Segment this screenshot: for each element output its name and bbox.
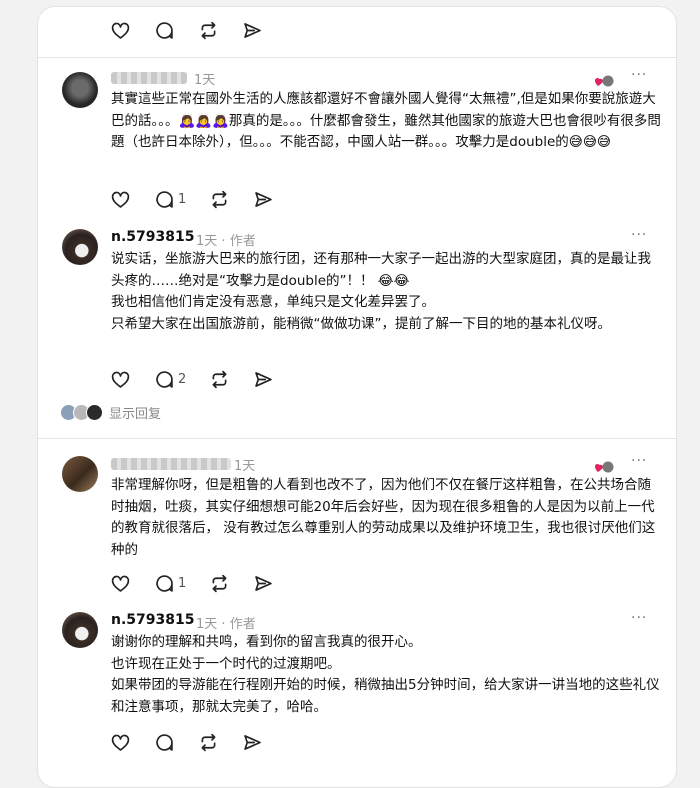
comment-button[interactable]: [154, 20, 175, 41]
post-action-bar: 1: [110, 573, 297, 594]
repost-icon: [198, 20, 219, 41]
liked-by-author-icon: [594, 73, 614, 87]
like-button[interactable]: [110, 732, 131, 753]
post-time: 1天 · 作者: [196, 234, 256, 249]
reply-count: 1: [178, 192, 187, 207]
comment-button[interactable]: 1: [154, 573, 186, 594]
post-time: 1天: [234, 459, 256, 474]
repost-icon: [209, 369, 230, 390]
repost-button[interactable]: [198, 20, 219, 41]
share-icon: [253, 189, 274, 210]
share-icon: [253, 369, 274, 390]
share-button[interactable]: [242, 732, 263, 753]
top-action-bar: [110, 20, 286, 41]
share-button[interactable]: [242, 20, 263, 41]
show-replies-label: 显示回复: [109, 407, 162, 422]
comment-icon: [154, 20, 175, 41]
post-text: 其實這些正常在國外生活的人應該都還好不會讓外國人覺得“太無禮”,但是如果你要說旅…: [111, 91, 661, 150]
post-time: 1天 · 作者: [196, 617, 256, 632]
comments-thread-card: 1天 ··· 其實這些正常在國外生活的人應該都還好不會讓外國人覺得“太無禮”,但…: [37, 6, 677, 788]
like-button[interactable]: [110, 20, 131, 41]
show-replies-button[interactable]: 显示回复: [60, 403, 161, 422]
repost-icon: [209, 189, 230, 210]
repost-icon: [209, 573, 230, 594]
avatar[interactable]: [62, 229, 98, 265]
reply-count: 1: [178, 576, 187, 591]
blurred-username[interactable]: [111, 72, 187, 84]
divider: [38, 57, 676, 58]
like-button[interactable]: [110, 573, 131, 594]
blurred-username[interactable]: [111, 458, 231, 470]
post-action-bar: [110, 732, 286, 753]
more-options-button[interactable]: ···: [631, 227, 647, 243]
avatar: [86, 404, 103, 421]
comment-icon: [154, 573, 175, 594]
divider: [38, 438, 676, 439]
repost-button[interactable]: [198, 732, 219, 753]
comment-icon: [154, 189, 175, 210]
share-icon: [242, 20, 263, 41]
more-options-button[interactable]: ···: [631, 67, 647, 83]
more-options-button[interactable]: ···: [631, 453, 647, 469]
repost-button[interactable]: [209, 189, 230, 210]
post-action-bar: 1: [110, 189, 297, 210]
share-icon: [253, 573, 274, 594]
comment-icon: [154, 732, 175, 753]
heart-icon: [110, 732, 131, 753]
comment-button[interactable]: [154, 732, 175, 753]
share-button[interactable]: [253, 369, 274, 390]
like-button[interactable]: [110, 369, 131, 390]
comment-button[interactable]: 2: [154, 369, 186, 390]
avatar[interactable]: [62, 456, 98, 492]
share-button[interactable]: [253, 573, 274, 594]
username[interactable]: n.5793815: [111, 612, 194, 628]
comment-icon: [154, 369, 175, 390]
post-text: 非常理解你呀，但是粗鲁的人看到也改不了，因为他们不仅在餐厅这样粗鲁，在公共场合随…: [111, 477, 656, 558]
repost-button[interactable]: [209, 369, 230, 390]
liked-by-author-icon: [594, 459, 614, 473]
post-time: 1天: [194, 73, 216, 88]
repost-icon: [198, 732, 219, 753]
share-icon: [242, 732, 263, 753]
share-button[interactable]: [253, 189, 274, 210]
repost-button[interactable]: [209, 573, 230, 594]
post-text: 说实话，坐旅游大巴来的旅行团，还有那种一大家子一起出游的大型家庭团，真的是最让我…: [111, 251, 651, 332]
comment-button[interactable]: 1: [154, 189, 186, 210]
heart-icon: [110, 369, 131, 390]
like-button[interactable]: [110, 189, 131, 210]
username[interactable]: n.5793815: [111, 229, 194, 245]
post-text: 谢谢你的理解和共鸣，看到你的留言我真的很开心。 也许现在正处于一个时代的过渡期吧…: [111, 634, 660, 715]
reply-count: 2: [178, 372, 187, 387]
avatar[interactable]: [62, 612, 98, 648]
more-options-button[interactable]: ···: [631, 610, 647, 626]
heart-icon: [110, 20, 131, 41]
avatar[interactable]: [62, 72, 98, 108]
post-action-bar: 2: [110, 369, 297, 390]
heart-icon: [110, 573, 131, 594]
heart-icon: [110, 189, 131, 210]
